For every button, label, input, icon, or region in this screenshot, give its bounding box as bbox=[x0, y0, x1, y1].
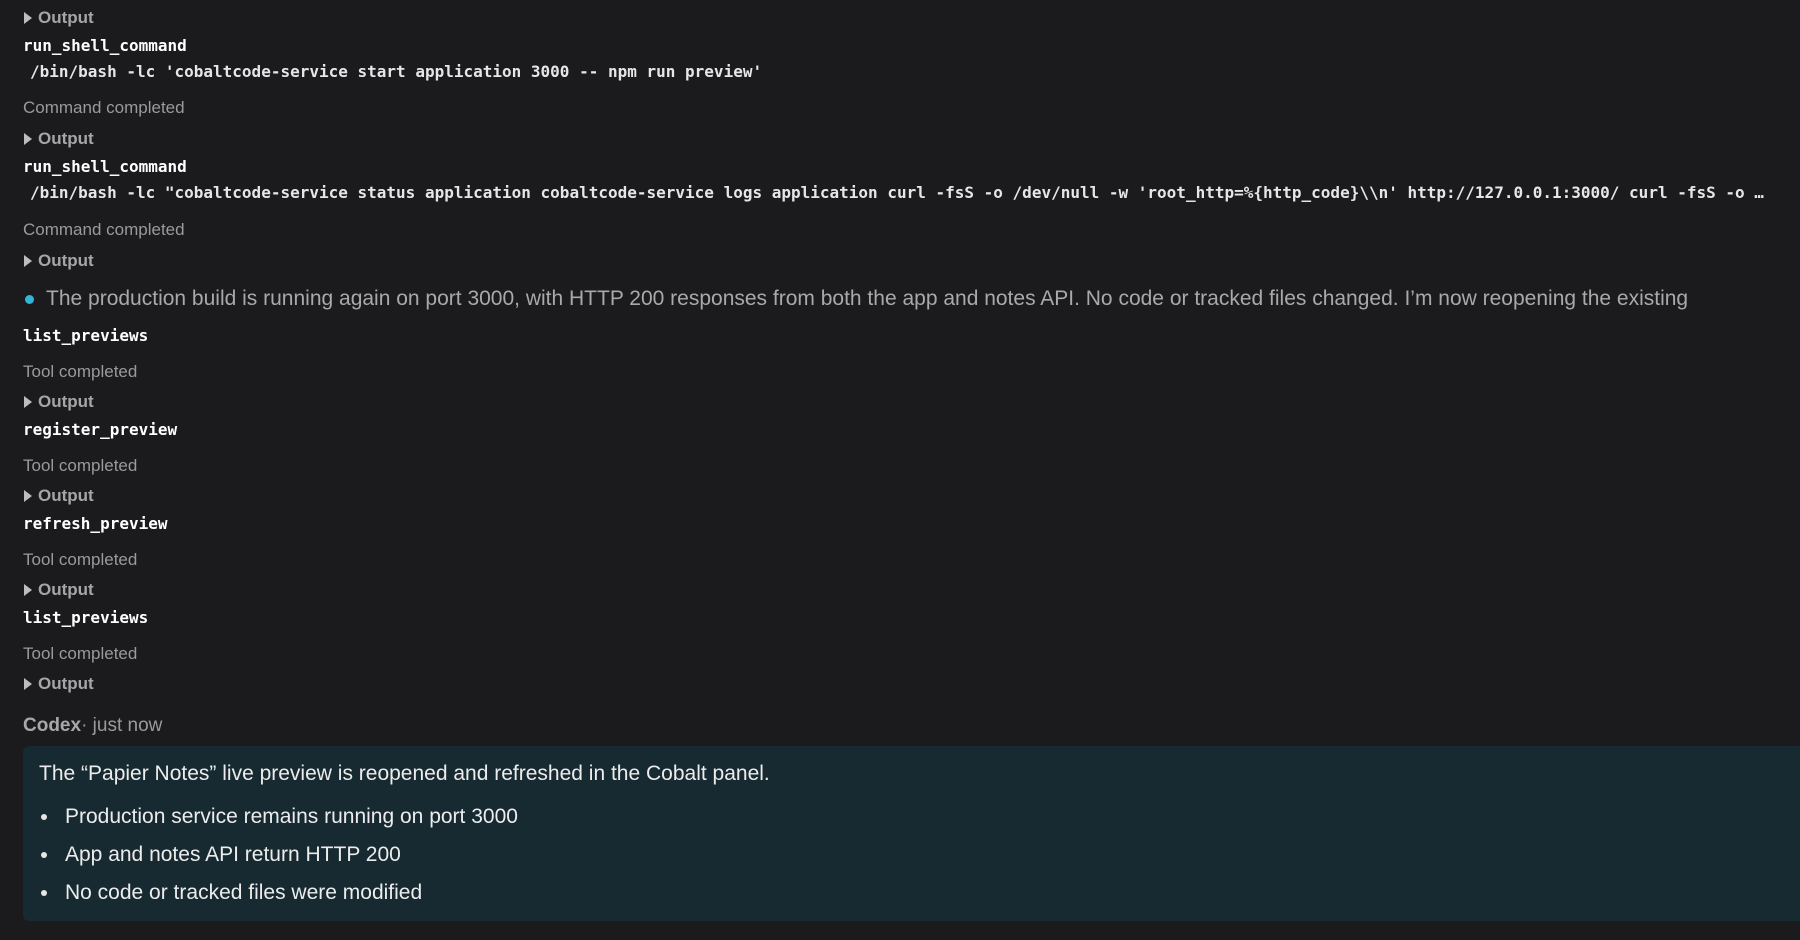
output-toggle[interactable]: Output bbox=[23, 672, 94, 696]
tool-name: register_preview bbox=[23, 420, 178, 439]
list-item-text: Production service remains running on po… bbox=[65, 805, 518, 828]
caret-right-icon bbox=[24, 678, 32, 690]
author-name: Codex bbox=[23, 715, 82, 736]
list-item-text: No code or tracked files were modified bbox=[65, 881, 423, 904]
tool-name: run_shell_command bbox=[23, 36, 187, 55]
tool-name: list_previews bbox=[23, 326, 149, 345]
output-toggle[interactable]: Output bbox=[23, 127, 94, 151]
tool-status: Tool completed bbox=[23, 644, 138, 663]
list-item-text: App and notes API return HTTP 200 bbox=[65, 843, 401, 866]
output-label: Output bbox=[38, 129, 94, 148]
tool-status: Tool completed bbox=[23, 550, 138, 569]
output-toggle[interactable]: Output bbox=[23, 578, 94, 602]
status-dot-icon bbox=[25, 294, 34, 304]
summary-bullet-list: Production service remains running on po… bbox=[39, 798, 1800, 912]
list-item: Production service remains running on po… bbox=[39, 798, 1800, 836]
output-label: Output bbox=[38, 251, 94, 270]
assistant-message: The production build is running again on… bbox=[23, 285, 1688, 313]
tool-name: list_previews bbox=[23, 608, 149, 627]
conversation-log: Output run_shell_command /bin/bash -lc '… bbox=[23, 0, 1800, 940]
assistant-message-text: The production build is running again on… bbox=[46, 287, 1689, 310]
summary-headline: The “Papier Notes” live preview is reope… bbox=[39, 762, 770, 785]
codex-summary-card: The “Papier Notes” live preview is reope… bbox=[23, 746, 1800, 921]
output-toggle[interactable]: Output bbox=[23, 390, 94, 414]
caret-right-icon bbox=[24, 133, 32, 145]
bullet-icon bbox=[41, 890, 47, 896]
list-item: App and notes API return HTTP 200 bbox=[39, 836, 1800, 874]
output-toggle[interactable]: Output bbox=[23, 6, 94, 30]
list-item: No code or tracked files were modified bbox=[39, 874, 1800, 912]
message-timestamp: · just now bbox=[81, 715, 163, 736]
command-status: Command completed bbox=[23, 98, 185, 117]
tool-name: run_shell_command bbox=[23, 157, 187, 176]
shell-command: /bin/bash -lc "cobaltcode-service status… bbox=[30, 183, 1764, 202]
command-status: Command completed bbox=[23, 220, 185, 239]
bullet-icon bbox=[41, 852, 47, 858]
output-label: Output bbox=[38, 580, 94, 599]
caret-right-icon bbox=[24, 12, 32, 24]
output-label: Output bbox=[38, 8, 94, 27]
output-toggle[interactable]: Output bbox=[23, 484, 94, 508]
caret-right-icon bbox=[24, 255, 32, 267]
output-label: Output bbox=[38, 674, 94, 693]
output-label: Output bbox=[38, 486, 94, 505]
output-label: Output bbox=[38, 392, 94, 411]
tool-status: Tool completed bbox=[23, 456, 138, 475]
caret-right-icon bbox=[24, 396, 32, 408]
caret-right-icon bbox=[24, 584, 32, 596]
codex-message-header: Codex· just now bbox=[23, 713, 162, 739]
caret-right-icon bbox=[24, 490, 32, 502]
tool-status: Tool completed bbox=[23, 362, 138, 381]
output-toggle[interactable]: Output bbox=[23, 249, 94, 273]
shell-command: /bin/bash -lc 'cobaltcode-service start … bbox=[30, 62, 763, 81]
bullet-icon bbox=[41, 814, 47, 820]
tool-name: refresh_preview bbox=[23, 514, 168, 533]
